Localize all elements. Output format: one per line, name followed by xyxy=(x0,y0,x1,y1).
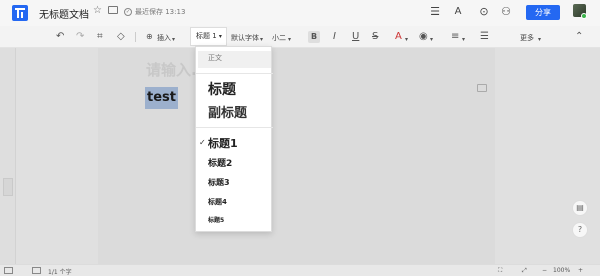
menu-item-heading5[interactable]: 标题5 xyxy=(196,215,273,224)
divider xyxy=(135,32,136,42)
selected-text[interactable]: test xyxy=(145,87,178,109)
divider xyxy=(196,127,273,128)
add-user-icon[interactable]: ⚇ xyxy=(500,6,512,18)
font-size-select[interactable]: 小二 xyxy=(272,33,286,43)
underline-button[interactable]: U xyxy=(352,31,359,43)
chevron-down-icon[interactable]: ▾ xyxy=(405,34,408,46)
menu-item-heading2[interactable]: 标题2 xyxy=(196,156,273,169)
insert-menu-label[interactable]: 插入 xyxy=(157,33,171,43)
chevron-down-icon[interactable]: ▾ xyxy=(288,34,291,46)
italic-button[interactable]: I xyxy=(333,31,336,43)
highlight-icon[interactable]: ◉ xyxy=(419,31,428,43)
insert-plus-icon[interactable]: ⊕ xyxy=(146,31,153,43)
title-bar: 无标题文档 ☆ ✓ 最近保存 13:13 ☰ A ⊙ ⚇ 分享 xyxy=(0,0,600,26)
fit-icon[interactable]: ⤢ xyxy=(522,267,527,275)
align-icon[interactable]: ≡ xyxy=(451,31,459,43)
chevron-down-icon[interactable]: ▾ xyxy=(538,34,541,46)
heading-dropdown: 正文 标题 副标题 ✓ 标题1 标题2 标题3 标题4 标题5 xyxy=(195,46,273,232)
save-status-text: 最近保存 13:13 xyxy=(135,8,186,16)
strikethrough-button[interactable]: S xyxy=(372,31,378,43)
menu-item-heading1[interactable]: 标题1 xyxy=(196,135,273,151)
chevron-down-icon[interactable]: ▾ xyxy=(260,34,263,46)
share-button[interactable]: 分享 xyxy=(526,5,560,20)
fullscreen-icon[interactable]: ⛶ xyxy=(498,267,502,275)
comment-icon[interactable] xyxy=(477,84,487,92)
redo-icon[interactable]: ↷ xyxy=(76,31,84,43)
heading-style-label: 标题 1 xyxy=(196,32,217,40)
menu-item-body[interactable]: 正文 xyxy=(196,53,273,63)
font-family-select[interactable]: 默认字体 xyxy=(231,33,259,43)
doc-title[interactable]: 无标题文档 xyxy=(39,6,89,21)
folder-icon[interactable] xyxy=(108,6,118,14)
check-circle-icon: ✓ xyxy=(124,8,132,16)
font-color-icon[interactable]: A xyxy=(395,31,402,43)
more-menu[interactable]: 更多 xyxy=(520,33,534,43)
help-icon[interactable]: ? xyxy=(572,222,588,238)
font-style-icon[interactable]: A xyxy=(452,6,464,18)
format-painter-icon[interactable]: ⌗ xyxy=(97,31,103,43)
zoom-in-icon[interactable]: + xyxy=(578,267,583,274)
app-logo-icon[interactable] xyxy=(12,5,28,21)
bold-button[interactable]: B xyxy=(308,31,320,43)
dim-overlay xyxy=(0,48,600,276)
menu-item-heading4[interactable]: 标题4 xyxy=(196,197,273,207)
save-icon[interactable]: ▤ xyxy=(572,200,588,216)
star-icon[interactable]: ☆ xyxy=(93,5,102,16)
chevron-down-icon: ▾ xyxy=(218,33,222,40)
menu-item-title[interactable]: 标题 xyxy=(196,79,273,99)
eraser-icon[interactable]: ◇ xyxy=(117,31,125,43)
chevron-down-icon[interactable]: ▾ xyxy=(172,34,175,46)
play-icon[interactable]: ⊙ xyxy=(478,6,490,18)
menu-icon[interactable]: ☰ xyxy=(429,6,441,18)
divider xyxy=(196,73,273,74)
layout-icon[interactable] xyxy=(32,267,41,274)
menu-item-heading3[interactable]: 标题3 xyxy=(196,177,273,188)
format-toolbar: ↶ ↷ ⌗ ◇ ⊕ 插入 ▾ 默认字体 ▾ 小二 ▾ B I U S A ▾ ◉… xyxy=(0,26,600,48)
menu-item-subtitle[interactable]: 副标题 xyxy=(196,102,273,121)
page-info: 1/1 个字 xyxy=(48,269,72,276)
page-view-icon[interactable] xyxy=(4,267,13,274)
undo-icon[interactable]: ↶ xyxy=(56,31,64,43)
list-icon[interactable]: ☰ xyxy=(480,31,489,43)
chevron-down-icon[interactable]: ▾ xyxy=(430,34,433,46)
heading-style-select[interactable]: 标题 1 ▾ xyxy=(190,27,227,46)
online-status-dot xyxy=(581,13,587,19)
collapse-icon[interactable]: ⌃ xyxy=(575,31,583,43)
zoom-level[interactable]: 100% xyxy=(553,267,570,274)
zoom-out-icon[interactable]: − xyxy=(542,267,547,274)
save-status: ✓ 最近保存 13:13 xyxy=(124,7,185,17)
chevron-down-icon[interactable]: ▾ xyxy=(462,34,465,46)
status-bar: 1/1 个字 ⛶ ⤢ − 100% + xyxy=(0,264,600,276)
